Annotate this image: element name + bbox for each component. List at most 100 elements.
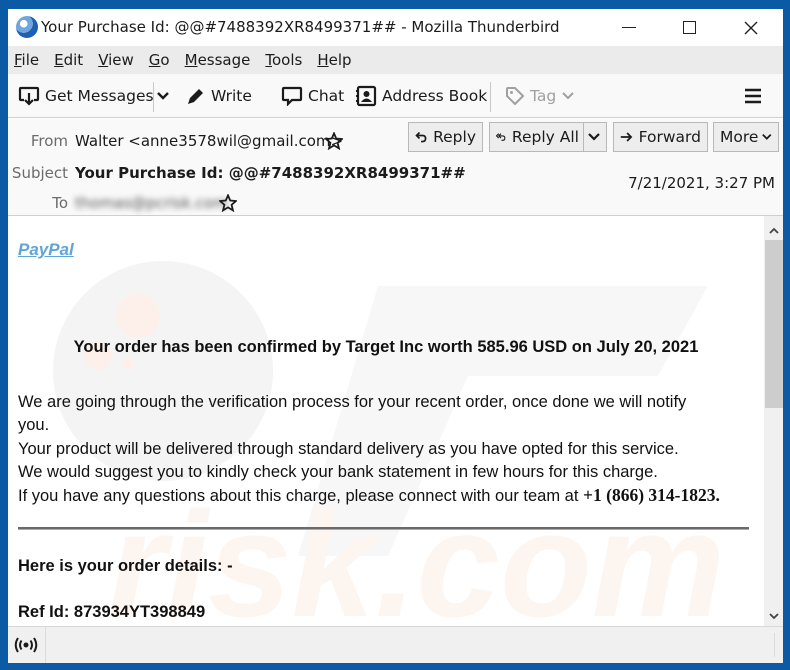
app-menu-button[interactable] — [744, 82, 767, 110]
tag-icon — [506, 87, 525, 106]
chat-label: Chat — [308, 87, 345, 105]
menu-label: ools — [272, 51, 303, 69]
chevron-down-icon — [768, 612, 779, 619]
status-separator — [774, 633, 775, 657]
forward-button[interactable]: Forward — [613, 122, 708, 152]
close-icon — [744, 21, 758, 34]
menu-edit[interactable]: Edit — [54, 51, 83, 69]
menu-accel: F — [14, 51, 22, 69]
reply-all-button[interactable]: Reply All — [489, 122, 607, 152]
minimize-icon — [622, 26, 636, 29]
maximize-icon — [682, 21, 696, 34]
menu-go[interactable]: Go — [149, 51, 170, 69]
from-value[interactable]: Walter <anne3578wil@gmail.com> — [75, 132, 343, 150]
thunderbird-app-icon — [16, 16, 38, 38]
chevron-down-icon — [762, 133, 772, 140]
menu-label: elp — [328, 51, 352, 69]
chat-button[interactable]: Chat — [281, 82, 344, 110]
menu-label: o — [160, 51, 170, 69]
close-button[interactable] — [726, 9, 776, 46]
contact-card-icon — [356, 85, 377, 107]
title-bar: Your Purchase Id: @@#7488392XR8499371## … — [8, 9, 783, 46]
hamburger-menu-icon — [745, 88, 761, 104]
chevron-up-icon — [768, 227, 779, 234]
subject-value: Your Purchase Id: @@#7488392XR8499371## — [75, 164, 466, 182]
download-tray-icon — [18, 86, 40, 106]
write-label: Write — [211, 87, 252, 105]
subject-label: Subject — [11, 164, 68, 182]
toolbar-separator — [490, 82, 491, 112]
scrollbar-thumb[interactable] — [765, 240, 783, 408]
menu-label: dit — [63, 51, 84, 69]
menu-label: essage — [197, 51, 251, 69]
status-bar — [8, 626, 783, 663]
message-body: risk.com PayPal Your order has been conf… — [8, 216, 764, 626]
body-line: Your product will be delivered through s… — [18, 440, 679, 458]
get-messages-button[interactable]: Get Messages — [18, 82, 154, 110]
menu-bar: File Edit View Go Message Tools Help — [8, 46, 783, 74]
body-line: We are going through the verification pr… — [18, 393, 687, 411]
menu-help[interactable]: Help — [317, 51, 351, 69]
chevron-down-icon — [588, 133, 600, 141]
reply-label: Reply — [433, 128, 476, 146]
status-separator — [45, 627, 46, 663]
more-label: More — [720, 128, 759, 146]
menu-label: ile — [21, 51, 40, 69]
reply-all-label: Reply All — [511, 128, 579, 146]
star-icon[interactable] — [325, 132, 343, 150]
menu-accel: V — [98, 51, 109, 69]
menu-accel: T — [265, 51, 272, 69]
get-messages-dropdown[interactable] — [156, 82, 175, 110]
forward-label: Forward — [638, 128, 701, 146]
message-date: 7/21/2021, 3:27 PM — [628, 174, 775, 192]
vertical-scrollbar[interactable] — [764, 216, 783, 626]
menu-tools[interactable]: Tools — [265, 51, 302, 69]
reply-all-dropdown[interactable] — [583, 123, 606, 151]
menu-file[interactable]: File — [14, 51, 39, 69]
reply-arrow-icon — [415, 131, 427, 143]
contact-phone-number: +1 (866) 314-1823. — [583, 485, 720, 505]
from-label: From — [30, 132, 68, 150]
menu-accel: E — [54, 51, 64, 69]
scroll-up-button[interactable] — [764, 220, 783, 240]
get-messages-label: Get Messages — [45, 87, 154, 105]
main-toolbar: Get Messages Write Chat Address Book Tag — [8, 74, 783, 118]
maximize-button[interactable] — [664, 9, 714, 46]
paypal-link[interactable]: PayPal — [18, 240, 74, 260]
order-confirmed-headline: Your order has been confirmed by Target … — [73, 338, 699, 356]
more-button[interactable]: More — [713, 122, 779, 152]
tag-button[interactable]: Tag — [505, 82, 579, 110]
menu-view[interactable]: View — [98, 51, 134, 69]
chat-bubble-icon — [281, 86, 303, 106]
toolbar-separator — [153, 82, 154, 112]
thunderbird-window: Your Purchase Id: @@#7488392XR8499371## … — [8, 9, 783, 663]
tag-label: Tag — [530, 87, 557, 105]
to-label: To — [52, 194, 68, 212]
chevron-down-icon — [157, 92, 169, 100]
star-icon[interactable] — [219, 194, 237, 212]
message-header-pane: From Walter <anne3578wil@gmail.com> Subj… — [8, 119, 783, 216]
menu-accel: H — [317, 51, 329, 69]
menu-label: iew — [108, 51, 134, 69]
horizontal-divider — [18, 527, 749, 530]
chevron-down-icon — [562, 92, 574, 100]
scroll-down-button[interactable] — [764, 606, 783, 626]
ref-id: Ref Id: 873934YT398849 — [18, 603, 206, 621]
body-line: We would suggest you to kindly check you… — [18, 463, 658, 481]
write-button[interactable]: Write — [186, 82, 252, 110]
window-title: Your Purchase Id: @@#7488392XR8499371## … — [41, 18, 560, 36]
menu-message[interactable]: Message — [185, 51, 251, 69]
address-book-button[interactable]: Address Book — [355, 82, 487, 110]
body-line: you. — [18, 416, 50, 434]
menu-accel: G — [148, 51, 161, 69]
contact-text: If you have any questions about this cha… — [18, 487, 584, 505]
pencil-icon — [188, 89, 203, 104]
minimize-button[interactable] — [604, 9, 654, 46]
online-status-icon[interactable] — [14, 636, 38, 654]
address-book-label: Address Book — [382, 87, 488, 105]
reply-all-arrow-icon — [496, 133, 506, 141]
reply-button[interactable]: Reply — [408, 122, 483, 152]
to-value[interactable]: thomas@pcrisk.com — [75, 194, 228, 212]
contact-line: If you have any questions about this cha… — [18, 484, 720, 509]
order-details-heading: Here is your order details: - — [18, 557, 233, 575]
